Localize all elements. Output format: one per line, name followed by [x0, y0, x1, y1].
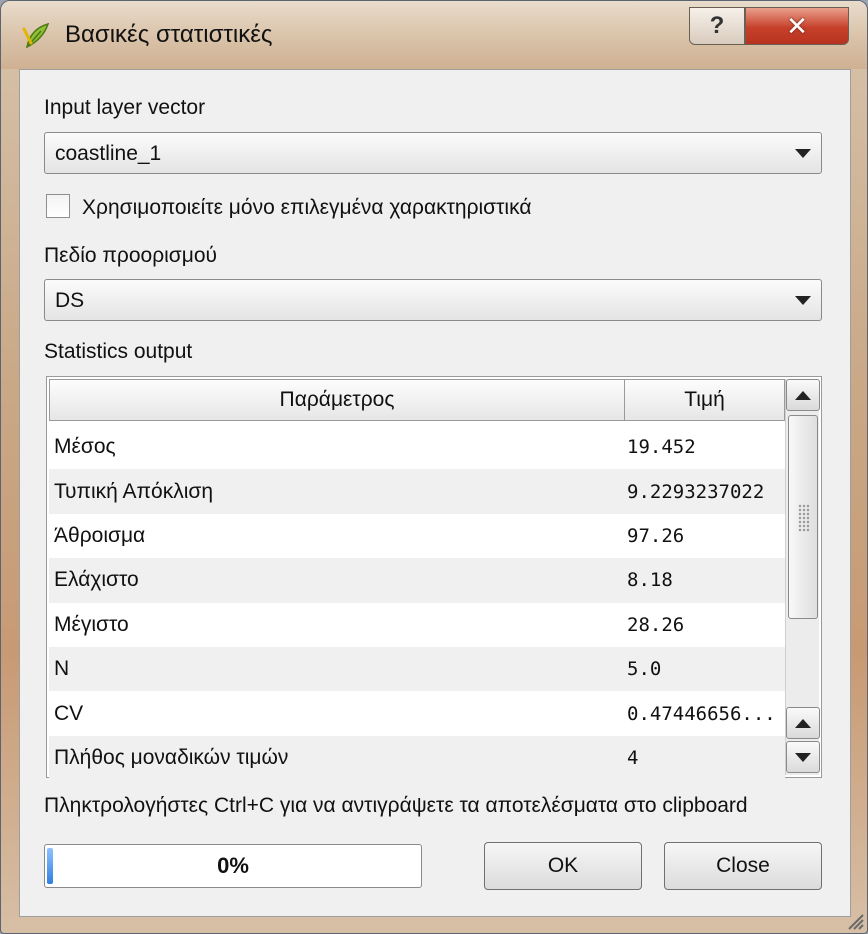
arrow-down-icon — [795, 752, 811, 762]
arrow-up-icon — [795, 390, 811, 400]
row-value: 5.0 — [627, 658, 662, 681]
row-value: 28.26 — [627, 613, 685, 636]
dialog-body: Input layer vector coastline_1 Χρησιμοπο… — [19, 69, 851, 917]
target-field-label: Πεδίο προορισμού — [44, 244, 218, 267]
close-button[interactable]: Close — [664, 842, 822, 890]
statistics-table[interactable]: Παράμετρος Τιμή Μέσος 19.452 Τυπική Απόκλ… — [46, 376, 822, 781]
progress-text: 0% — [217, 853, 249, 878]
dialog-window: Βασικές στατιστικές ? ✕ Input layer vect… — [0, 0, 868, 934]
row-param: Μέγιστο — [54, 612, 129, 636]
row-param: Μέσος — [54, 435, 116, 459]
target-field-select[interactable]: DS — [44, 279, 822, 321]
selected-features-checkbox[interactable] — [46, 194, 70, 218]
help-icon: ? — [709, 12, 725, 39]
table-row[interactable]: Τυπική Απόκλιση 9.2293237022 — [49, 469, 785, 514]
target-field-value: DS — [55, 289, 85, 312]
row-value: 8.18 — [627, 569, 673, 592]
table-body: Μέσος 19.452 Τυπική Απόκλιση 9.2293237022 … — [49, 425, 785, 781]
qgis-leaf-icon — [22, 22, 50, 49]
help-button[interactable]: ? — [689, 7, 745, 45]
row-param: CV — [54, 701, 84, 725]
grip-icon — [798, 504, 810, 532]
title-bar[interactable]: Βασικές στατιστικές ? ✕ — [1, 1, 867, 69]
scroll-down-button[interactable] — [786, 741, 820, 773]
resize-grip-icon[interactable] — [843, 909, 865, 931]
row-param: Πλήθος μοναδικών τιμών — [54, 745, 289, 769]
window-title: Βασικές στατιστικές — [65, 21, 273, 48]
table-row[interactable]: Πλήθος μοναδικών τιμών 4 — [49, 735, 785, 781]
table-row[interactable]: Μέγιστο 28.26 — [49, 603, 785, 647]
table-row[interactable]: CV 0.47446656... — [49, 691, 785, 735]
input-layer-label: Input layer vector — [44, 96, 206, 119]
row-value: 0.47446656... — [627, 702, 776, 725]
statistics-output-label: Statistics output — [44, 340, 193, 363]
row-param: Άθροισμα — [54, 523, 146, 547]
selected-features-label[interactable]: Χρησιμοποιείτε μόνο επιλεγμένα χαρακτηρι… — [82, 196, 531, 220]
vertical-scrollbar[interactable] — [785, 379, 820, 775]
table-row[interactable]: Μέσος 19.452 — [49, 425, 785, 469]
row-value: 4 — [627, 746, 639, 769]
scroll-up-button[interactable] — [786, 379, 820, 411]
input-layer-select[interactable]: coastline_1 — [44, 132, 822, 174]
copy-hint-text: Πληκτρολογήστες Ctrl+C για να αντιγράψετ… — [44, 794, 748, 817]
chevron-down-icon[interactable] — [785, 280, 821, 320]
window-close-button[interactable]: ✕ — [745, 7, 849, 45]
column-header-parameter[interactable]: Παράμετρος — [49, 379, 625, 421]
input-layer-value: coastline_1 — [55, 142, 162, 165]
table-row[interactable]: Ελάχιστο 8.18 — [49, 558, 785, 603]
table-row[interactable]: Άθροισμα 97.26 — [49, 514, 785, 558]
close-icon: ✕ — [786, 10, 808, 41]
scroll-up-button-lower[interactable] — [786, 707, 820, 739]
row-value: 9.2293237022 — [627, 480, 765, 503]
progress-bar: 0% — [44, 844, 422, 888]
column-header-value[interactable]: Τιμή — [625, 379, 785, 421]
arrow-up-icon — [795, 718, 811, 728]
scroll-thumb[interactable] — [788, 415, 818, 619]
ok-button[interactable]: OK — [484, 842, 642, 890]
table-row[interactable]: N 5.0 — [49, 646, 785, 692]
row-param: Τυπική Απόκλιση — [54, 479, 213, 503]
row-value: 19.452 — [627, 436, 696, 459]
row-value: 97.26 — [627, 524, 685, 547]
chevron-down-icon[interactable] — [785, 133, 821, 173]
row-param: N — [54, 657, 70, 681]
row-param: Ελάχιστο — [54, 568, 139, 592]
table-header: Παράμετρος Τιμή — [49, 379, 785, 421]
